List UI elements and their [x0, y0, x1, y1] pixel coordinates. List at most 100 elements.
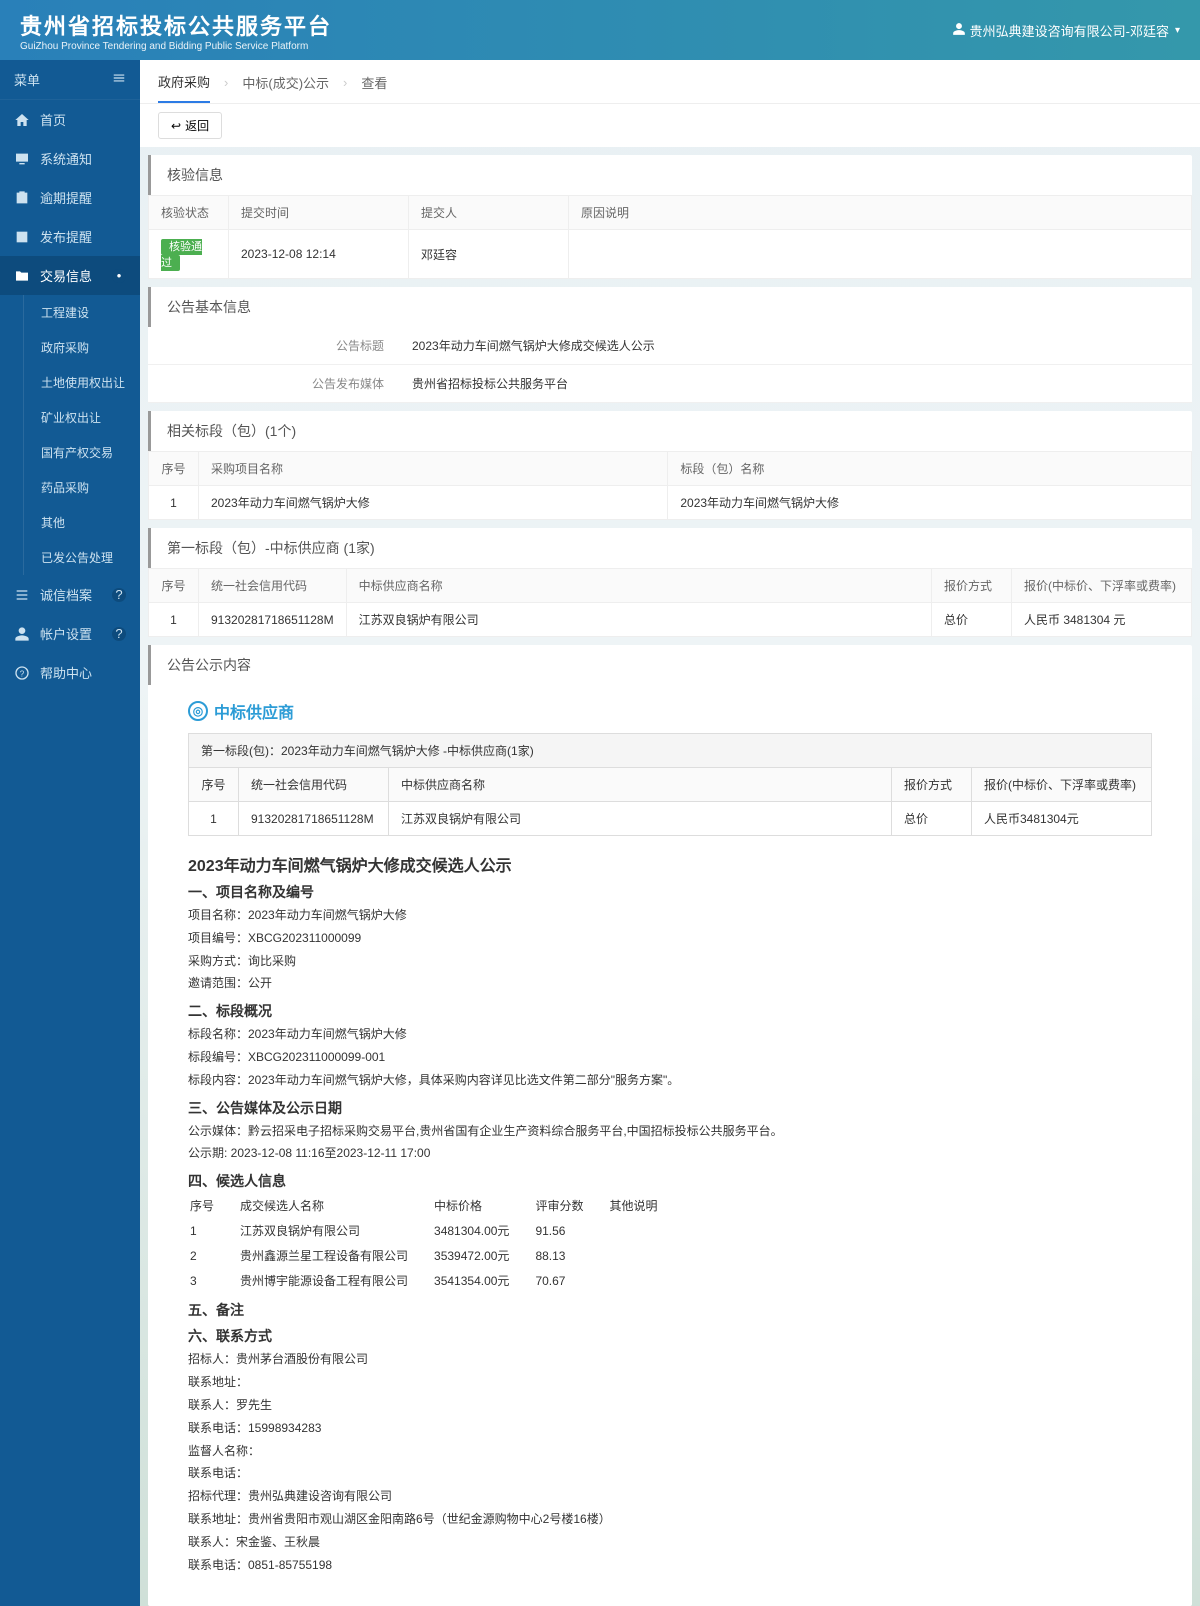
table-row: 核验通过 2023-12-08 12:14 邓廷容: [149, 230, 1192, 279]
panel-title: 相关标段（包）(1个): [148, 411, 1192, 451]
supplier-label: 中标供应商: [214, 699, 294, 723]
chevron-right-icon: ›: [224, 75, 228, 100]
verify-table: 核验状态 提交时间 提交人 原因说明 核验通过 2023-12-08 12:14…: [148, 195, 1192, 279]
cell-code: 91320281718651128M: [199, 603, 347, 637]
text-line: 招标代理：贵州弘典建设咨询有限公司: [188, 1485, 1152, 1508]
table-row: 1江苏双良锅炉有限公司3481304.00元91.56: [190, 1220, 681, 1243]
th-mode: 报价方式: [892, 768, 972, 802]
th-name: 中标供应商名称: [346, 569, 931, 603]
text-line: 标段内容：2023年动力车间燃气锅炉大修，具体采购内容详见比选文件第二部分"服务…: [188, 1069, 1152, 1092]
supplier-heading: ◎ 中标供应商: [188, 699, 1152, 723]
panel-basic: 公告基本信息 公告标题 2023年动力车间燃气锅炉大修成交候选人公示 公告发布媒…: [148, 287, 1192, 403]
expand-indicator-icon: •: [112, 269, 126, 283]
text-line: 公示期: 2023-12-08 11:16至2023-12-11 17:00: [188, 1142, 1152, 1165]
text-line: 联系电话：: [188, 1462, 1152, 1485]
text-line: 联系电话：0851-85755198: [188, 1554, 1152, 1577]
th-mode: 报价方式: [932, 569, 1012, 603]
return-label: 返回: [185, 117, 209, 134]
text-line: 标段名称：2023年动力车间燃气锅炉大修: [188, 1023, 1152, 1046]
nav-home[interactable]: 首页: [0, 100, 140, 139]
subnav-item[interactable]: 其他: [0, 505, 140, 540]
text-line: 联系电话：15998934283: [188, 1417, 1152, 1440]
nav-account[interactable]: 帐户设置?: [0, 614, 140, 653]
form-label: 公告标题: [148, 327, 398, 364]
announcement-body: 2023年动力车间燃气锅炉大修成交候选人公示 一、项目名称及编号 项目名称：20…: [188, 852, 1152, 1576]
folder-icon: [14, 268, 30, 284]
text-line: 标段编号：XBCG202311000099-001: [188, 1046, 1152, 1069]
section-heading: 六、联系方式: [188, 1326, 1152, 1346]
table-row: 1 91320281718651128M 江苏双良锅炉有限公司 总价 人民币34…: [189, 802, 1152, 836]
crumb-1[interactable]: 政府采购: [158, 72, 210, 103]
text-line: 联系地址：贵州省贵阳市观山湖区金阳南路6号（世纪金源购物中心2号楼16楼）: [188, 1508, 1152, 1531]
form-label: 公告发布媒体: [148, 365, 398, 402]
th: 序号: [190, 1195, 238, 1218]
th-proj: 采购项目名称: [199, 452, 668, 486]
th-section: 标段（包）名称: [668, 452, 1192, 486]
subnav-trade: 工程建设 政府采购 土地使用权出让 矿业权出让 国有产权交易 药品采购 其他 已…: [0, 295, 140, 575]
th-person: 提交人: [409, 196, 569, 230]
th-code: 统一社会信用代码: [239, 768, 389, 802]
breadcrumb: 政府采购 › 中标(成交)公示 › 查看: [140, 60, 1200, 103]
clock-icon: [14, 190, 30, 206]
nav-credit[interactable]: 诚信档案?: [0, 575, 140, 614]
cell-time: 2023-12-08 12:14: [229, 230, 409, 279]
cell-code: 91320281718651128M: [239, 802, 389, 836]
subnav-item[interactable]: 药品采购: [0, 470, 140, 505]
menu-toggle-icon[interactable]: [112, 71, 126, 88]
subnav-item[interactable]: 国有产权交易: [0, 435, 140, 470]
user-menu[interactable]: 贵州弘典建设咨询有限公司-邓廷容 ▾: [952, 21, 1180, 40]
cell-name: 江苏双良锅炉有限公司: [346, 603, 931, 637]
cell-section: 2023年动力车间燃气锅炉大修: [668, 486, 1192, 520]
cell-mode: 总价: [892, 802, 972, 836]
section-heading: 四、候选人信息: [188, 1171, 1152, 1191]
main-content: 政府采购 › 中标(成交)公示 › 查看 ↩ 返回 核验信息 核验状态 提交时间…: [140, 60, 1200, 1606]
text-line: 邀请范围：公开: [188, 972, 1152, 995]
text-line: 联系地址：: [188, 1371, 1152, 1394]
th-idx: 序号: [149, 452, 199, 486]
section-heading: 五、备注: [188, 1300, 1152, 1320]
th: 其他说明: [609, 1195, 681, 1218]
table-row: 1 91320281718651128M 江苏双良锅炉有限公司 总价 人民币 3…: [149, 603, 1192, 637]
th-time: 提交时间: [229, 196, 409, 230]
form-value: 贵州省招标投标公共服务平台: [398, 365, 1192, 402]
crumb-2[interactable]: 中标(成交)公示: [242, 73, 329, 102]
inner-caption: 第一标段(包)：2023年动力车间燃气锅炉大修 -中标供应商(1家): [189, 734, 1152, 768]
nav-trade[interactable]: 交易信息•: [0, 256, 140, 295]
nav-publish[interactable]: 发布提醒: [0, 217, 140, 256]
crumb-3[interactable]: 查看: [361, 73, 387, 102]
nav-help[interactable]: ?帮助中心: [0, 653, 140, 692]
panel-content: 公告公示内容 ◎ 中标供应商 第一标段(包)：2023年动力车间燃气锅炉大修 -…: [148, 645, 1192, 1606]
app-title-cn: 贵州省招标投标公共服务平台: [20, 9, 332, 41]
text-line: 招标人：贵州茅台酒股份有限公司: [188, 1348, 1152, 1371]
th-price: 报价(中标价、下浮率或费率): [972, 768, 1152, 802]
return-button[interactable]: ↩ 返回: [158, 112, 222, 139]
form-row: 公告发布媒体 贵州省招标投标公共服务平台: [148, 365, 1192, 403]
user-icon: [14, 626, 30, 642]
cell-price: 人民币3481304元: [972, 802, 1152, 836]
list-icon: [14, 587, 30, 603]
subnav-item[interactable]: 已发公告处理: [0, 540, 140, 575]
cell-person: 邓廷容: [409, 230, 569, 279]
app-title-en: GuiZhou Province Tendering and Bidding P…: [20, 41, 332, 52]
subnav-item[interactable]: 土地使用权出让: [0, 365, 140, 400]
subnav-item[interactable]: 矿业权出让: [0, 400, 140, 435]
cell-proj: 2023年动力车间燃气锅炉大修: [199, 486, 668, 520]
th-idx: 序号: [149, 569, 199, 603]
nav-overdue[interactable]: 逾期提醒: [0, 178, 140, 217]
cell-idx: 1: [149, 603, 199, 637]
th-code: 统一社会信用代码: [199, 569, 347, 603]
section-heading: 三、公告媒体及公示日期: [188, 1098, 1152, 1118]
cell-reason: [569, 230, 1192, 279]
subnav-item[interactable]: 政府采购: [0, 330, 140, 365]
nav-notice[interactable]: 系统通知: [0, 139, 140, 178]
help-icon: ?: [14, 665, 30, 681]
chevron-right-icon: ›: [343, 75, 347, 100]
subnav-item[interactable]: 工程建设: [0, 295, 140, 330]
announce-title: 2023年动力车间燃气锅炉大修成交候选人公示: [188, 852, 1152, 876]
user-label: 贵州弘典建设咨询有限公司-邓廷容: [970, 21, 1169, 40]
text-line: 监督人名称：: [188, 1440, 1152, 1463]
th-status: 核验状态: [149, 196, 229, 230]
cell-price: 人民币 3481304 元: [1012, 603, 1192, 637]
monitor-icon: [14, 151, 30, 167]
panel-title: 核验信息: [148, 155, 1192, 195]
